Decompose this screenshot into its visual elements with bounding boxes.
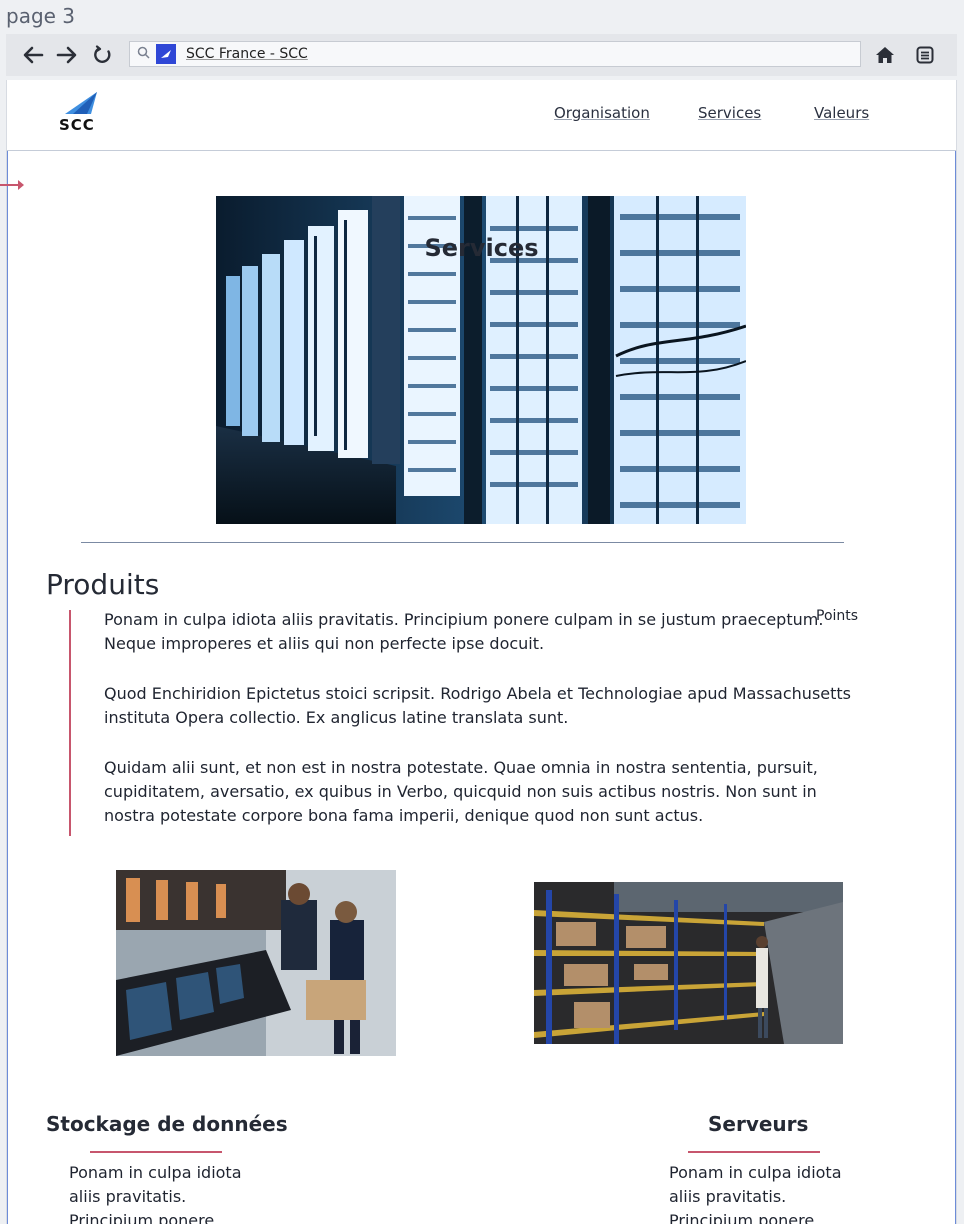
- produits-paragraph-2: Quod Enchiridion Epictetus stoici scrips…: [104, 684, 851, 727]
- card-title-serveurs: Serveurs: [708, 1112, 809, 1136]
- favicon: [156, 44, 176, 64]
- card-title-stockage: Stockage de données: [46, 1112, 288, 1136]
- nav-services[interactable]: Services: [698, 104, 761, 122]
- produits-heading: Produits: [46, 568, 160, 601]
- photo-warehouse-shelves: [534, 882, 843, 1044]
- nav-valeurs[interactable]: Valeurs: [814, 104, 869, 122]
- page-label: page 3: [6, 4, 76, 28]
- menu-icon[interactable]: [912, 42, 938, 68]
- divider: [81, 542, 844, 543]
- nav-organisation[interactable]: Organisation: [554, 104, 650, 122]
- browser-toolbar: SCC France - SCC: [6, 34, 957, 76]
- card-body-serveurs: Ponam in culpa idiota aliis pravitatis. …: [669, 1163, 842, 1224]
- section-title: Services: [424, 234, 539, 262]
- home-icon[interactable]: [872, 42, 898, 68]
- web-page: SCC Organisation Services Valeurs Servic…: [6, 80, 957, 1224]
- card-body-stockage: Ponam in culpa idiota aliis pravitatis. …: [69, 1163, 242, 1224]
- photo-laptops-team: [116, 870, 396, 1056]
- back-arrow-icon[interactable]: [20, 42, 46, 68]
- pointer-arrow-icon: [0, 180, 24, 190]
- address-bar[interactable]: SCC France - SCC: [129, 41, 861, 67]
- quote-bar: [69, 610, 71, 836]
- card-rule-stockage: [90, 1151, 222, 1153]
- reload-icon[interactable]: [90, 42, 116, 68]
- points-note: Points: [816, 608, 859, 624]
- url-text: SCC France - SCC: [186, 46, 308, 62]
- produits-paragraph-1: Ponam in culpa idiota aliis pravitatis. …: [104, 610, 824, 653]
- search-icon: [130, 46, 156, 63]
- produits-paragraph-3: Quidam alii sunt, et non est in nostra p…: [104, 758, 818, 825]
- site-header: SCC Organisation Services Valeurs: [7, 80, 956, 151]
- card-rule-serveurs: [688, 1151, 820, 1153]
- forward-arrow-icon[interactable]: [54, 42, 80, 68]
- logo-text: SCC: [59, 116, 95, 134]
